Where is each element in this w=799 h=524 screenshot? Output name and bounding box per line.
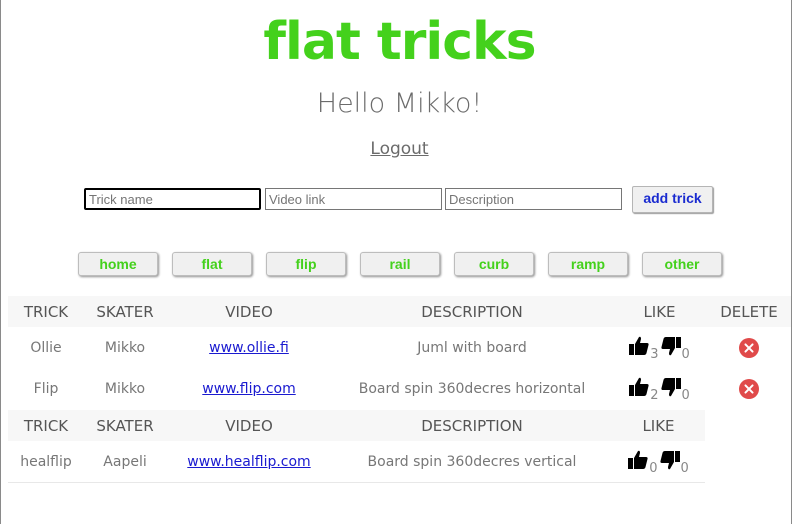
video-link[interactable]: www.flip.com [202, 381, 295, 397]
tricks-table: TRICK SKATER VIDEO DESCRIPTION LIKE DELE… [8, 296, 791, 409]
header-skater: SKATER [84, 296, 166, 327]
description-cell: Board spin 360decres vertical [367, 453, 577, 470]
video-cell: www.flip.com [166, 368, 332, 409]
trick-name-input[interactable] [84, 188, 261, 210]
trick-cell: healflip [20, 453, 72, 470]
like-cell: 20 [612, 368, 707, 409]
delete-cell [707, 327, 791, 368]
greeting-text: Hello Mikko! [316, 88, 483, 119]
thumbs-down-icon[interactable] [660, 336, 682, 360]
nav-flip-button[interactable]: flip [266, 252, 346, 276]
description-cell: Juml with board [417, 339, 527, 356]
like-cell: 00 [612, 441, 705, 483]
header-like: LIKE [612, 296, 707, 327]
skater-cell: Mikko [104, 380, 146, 397]
table-row: Flip Mikko www.flip.com Board spin 360de… [8, 368, 791, 409]
thumbs-up-icon[interactable] [627, 450, 649, 474]
header-description: DESCRIPTION [332, 410, 612, 441]
nav-flat-button[interactable]: flat [172, 252, 252, 276]
logout-link[interactable]: Logout [0, 138, 799, 160]
thumbs-up-icon[interactable] [628, 336, 650, 360]
like-cell: 30 [612, 327, 707, 368]
like-count: 0 [649, 460, 658, 476]
table-row: Ollie Mikko www.ollie.fi Juml with board… [8, 327, 791, 368]
nav-ramp-button[interactable]: ramp [548, 252, 628, 276]
window-border-left [0, 0, 1, 524]
table-header-row: TRICK SKATER VIDEO DESCRIPTION LIKE DELE… [8, 296, 791, 327]
table-header-row: TRICK SKATER VIDEO DESCRIPTION LIKE [8, 410, 705, 441]
description-input[interactable] [445, 188, 622, 210]
add-trick-button[interactable]: add trick [632, 186, 713, 213]
dislike-count: 0 [681, 387, 690, 403]
thumbs-up-icon[interactable] [628, 377, 650, 401]
video-link[interactable]: www.ollie.fi [209, 340, 289, 356]
close-icon[interactable] [739, 337, 759, 358]
skater-cell: Mikko [104, 339, 146, 356]
header-delete: DELETE [707, 296, 791, 327]
like-count: 3 [650, 346, 659, 362]
other-tricks-table: TRICK SKATER VIDEO DESCRIPTION LIKE heal… [8, 410, 705, 483]
header-video: VIDEO [166, 410, 332, 441]
nav-curb-button[interactable]: curb [454, 252, 534, 276]
like-count: 2 [650, 387, 659, 403]
video-cell: www.healflip.com [166, 441, 332, 483]
delete-cell [707, 368, 791, 409]
dislike-count: 0 [681, 346, 690, 362]
trick-cell: Flip [33, 380, 59, 397]
header-video: VIDEO [166, 296, 332, 327]
video-link[interactable]: www.healflip.com [187, 454, 310, 470]
dislike-count: 0 [680, 460, 689, 476]
table-row: healflip Aapeli www.healflip.com Board s… [8, 441, 705, 483]
thumbs-down-icon[interactable] [659, 450, 681, 474]
header-description: DESCRIPTION [332, 296, 612, 327]
page-title: flat tricks [263, 12, 536, 72]
video-cell: www.ollie.fi [166, 327, 332, 368]
thumbs-down-icon[interactable] [660, 377, 682, 401]
header-trick: TRICK [8, 410, 84, 441]
nav-other-button[interactable]: other [642, 252, 722, 276]
nav-home-button[interactable]: home [78, 252, 158, 276]
header-like: LIKE [612, 410, 705, 441]
skater-cell: Aapeli [103, 453, 147, 470]
video-link-input[interactable] [265, 188, 442, 210]
window-border-right [791, 0, 792, 524]
nav-rail-button[interactable]: rail [360, 252, 440, 276]
header-trick: TRICK [8, 296, 84, 327]
header-skater: SKATER [84, 410, 166, 441]
close-icon[interactable] [739, 378, 759, 399]
trick-cell: Ollie [30, 339, 62, 356]
description-cell: Board spin 360decres horizontal [358, 380, 586, 397]
